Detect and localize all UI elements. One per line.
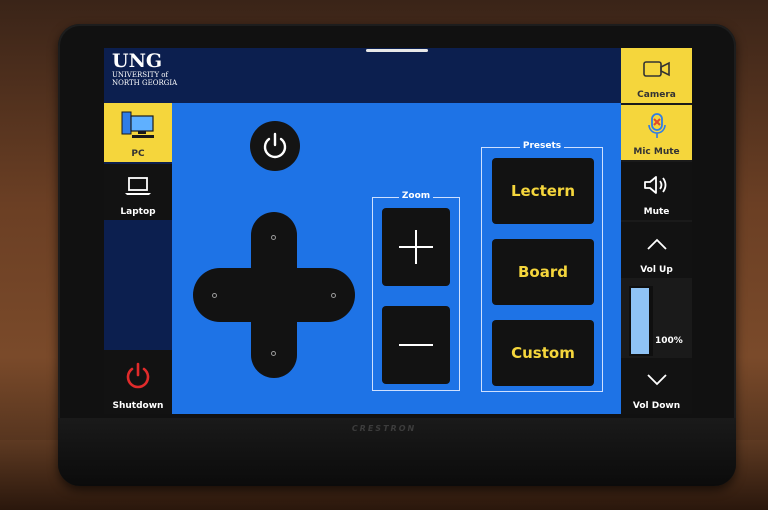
logo-main-text: UNG — [112, 50, 163, 72]
laptop-icon — [123, 164, 153, 207]
volume-meter-fill — [631, 288, 649, 354]
dpad-up-button[interactable] — [271, 235, 276, 240]
dpad-left-button[interactable] — [212, 293, 217, 298]
camera-button[interactable]: Camera — [621, 48, 692, 103]
zoom-in-button[interactable] — [382, 208, 450, 286]
mic-mute-button[interactable]: Mic Mute — [621, 105, 692, 160]
shutdown-button[interactable]: Shutdown — [104, 350, 172, 414]
source-pc-button[interactable]: PC — [104, 103, 172, 162]
preset-custom-button[interactable]: Custom — [492, 320, 594, 386]
dpad-down-button[interactable] — [271, 351, 276, 356]
shutdown-label: Shutdown — [112, 401, 164, 411]
mic-mute-label: Mic Mute — [633, 147, 680, 157]
touch-screen: UNG UNIVERSITY of NORTH GEORGIA PC Lapto… — [104, 48, 692, 414]
preset-lectern-button[interactable]: Lectern — [492, 158, 594, 224]
logo-sub-text-2: NORTH GEORGIA — [112, 79, 178, 87]
logo-sub-text-1: UNIVERSITY of — [112, 71, 169, 79]
presets-title: Presets — [519, 141, 565, 151]
source-laptop-button[interactable]: Laptop — [104, 164, 172, 220]
speaker-icon — [642, 162, 672, 207]
power-icon — [263, 132, 287, 159]
volume-percent: 100% — [655, 336, 683, 346]
vol-down-button[interactable]: Vol Down — [621, 358, 692, 414]
mic-muted-icon — [646, 105, 668, 147]
display-power-button[interactable] — [250, 121, 300, 171]
pc-icon — [118, 103, 158, 149]
vol-down-label: Vol Down — [632, 401, 681, 411]
chevron-down-icon — [646, 358, 668, 401]
zoom-title: Zoom — [398, 191, 434, 201]
zoom-group: Zoom — [372, 191, 460, 391]
presets-group: Presets Lectern Board Custom — [481, 141, 603, 392]
plus-icon — [399, 230, 433, 264]
minus-icon — [399, 344, 433, 346]
dpad-right-button[interactable] — [331, 293, 336, 298]
university-logo: UNG UNIVERSITY of NORTH GEORGIA — [112, 51, 177, 87]
source-pc-label: PC — [131, 149, 145, 159]
pull-down-handle[interactable] — [366, 49, 428, 52]
vol-up-button[interactable]: Vol Up — [621, 222, 692, 278]
mute-button[interactable]: Mute — [621, 162, 692, 220]
chevron-up-icon — [646, 222, 668, 265]
header-bar: UNG UNIVERSITY of NORTH GEORGIA — [104, 48, 621, 103]
video-camera-icon — [642, 48, 672, 90]
brand-label: CRESTRON — [351, 424, 417, 433]
zoom-out-button[interactable] — [382, 306, 450, 384]
vol-up-label: Vol Up — [640, 265, 673, 275]
source-laptop-label: Laptop — [120, 207, 156, 217]
preset-board-button[interactable]: Board — [492, 239, 594, 305]
shutdown-power-icon — [123, 350, 153, 401]
mute-label: Mute — [643, 207, 670, 217]
camera-label: Camera — [637, 90, 676, 100]
